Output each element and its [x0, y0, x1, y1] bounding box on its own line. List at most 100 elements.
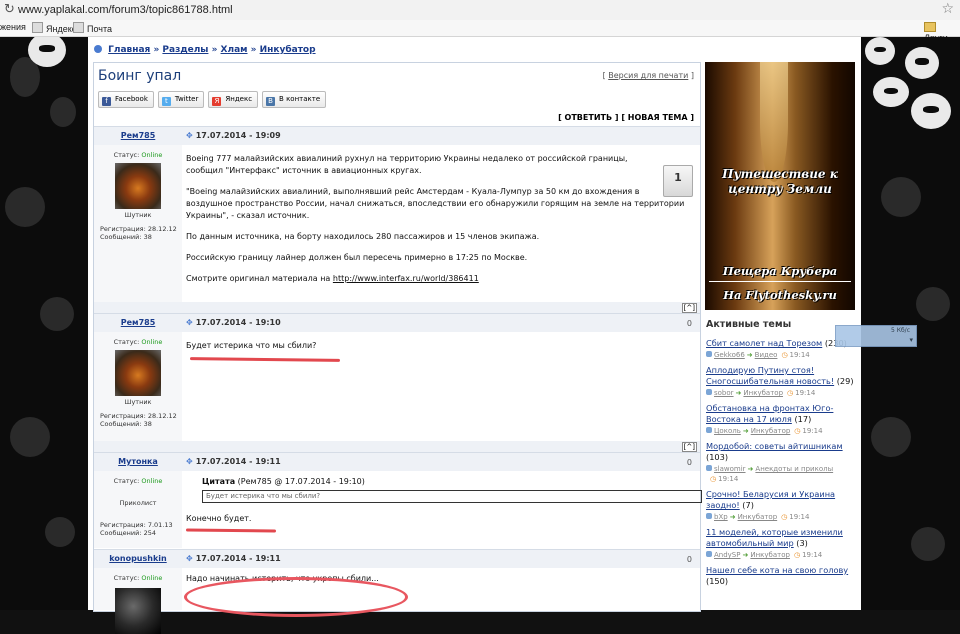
share-vkontakte-button[interactable]: BВ контакте	[262, 91, 327, 108]
author-info: Статус: Online Шутник Регистрация: 28.12…	[94, 145, 182, 302]
active-topic-item: Срочно! Беларусия и Украина заодно! (7) …	[706, 489, 836, 521]
active-topics-title: Активные темы	[706, 319, 792, 330]
skull-icon	[873, 77, 909, 107]
active-topic-link[interactable]: Сбит самолет над Торезом	[706, 338, 822, 348]
bookmark-item[interactable]: жения	[0, 22, 26, 32]
forum-icon	[94, 45, 102, 53]
post-author[interactable]: Рем785	[94, 131, 182, 140]
active-topic-item: 11 моделей, которые изменили автомобильн…	[706, 527, 843, 559]
yandex-icon: Я	[212, 97, 222, 106]
avatar[interactable]	[115, 350, 161, 396]
user-icon	[706, 351, 712, 357]
breadcrumb-home[interactable]: Главная	[108, 45, 150, 55]
post-link-icon[interactable]: ✥	[186, 457, 193, 466]
user-icon	[706, 551, 712, 557]
skull-icon	[911, 93, 951, 129]
post-rating-button[interactable]: 0	[687, 555, 692, 564]
post-link-icon[interactable]: ✥	[186, 318, 193, 327]
user-icon	[706, 465, 712, 471]
background-decoration-left	[0, 37, 88, 610]
post-rating-button[interactable]: 0	[687, 458, 692, 467]
skull-icon	[28, 37, 66, 67]
quote-meta: (Рем785 @ 17.07.2014 - 19:10)	[237, 477, 365, 486]
quote-label: Цитата	[202, 477, 236, 486]
clock-icon: ◷	[793, 551, 801, 559]
user-icon	[706, 389, 712, 395]
clock-icon: ◷	[781, 513, 788, 521]
scroll-top-button[interactable]: [^]	[681, 442, 697, 452]
chevron-down-icon[interactable]: ▾	[909, 336, 913, 344]
clock-icon: ◷	[781, 351, 788, 359]
arrow-right-icon: ➜	[746, 351, 753, 359]
active-topic-link[interactable]: Обстановка на фронтах Юго-Востока на 17 …	[706, 403, 833, 424]
scroll-top-button[interactable]: [^]	[681, 303, 697, 313]
registration-date: Регистрация: 7.01.13	[100, 521, 173, 529]
active-topic-link[interactable]: Аплодирую Путину стоя! Сногосшибательная…	[706, 365, 834, 386]
print-version-link[interactable]: Версия для печати	[608, 71, 688, 80]
url-text[interactable]: www.yaplakal.com/forum3/topic861788.html	[18, 4, 233, 16]
post-body: Boeing 777 малайзийских авиалиний рухнул…	[186, 154, 685, 283]
arrow-right-icon: ➜	[742, 551, 749, 559]
print-version[interactable]: [ Версия для печати ]	[603, 71, 694, 80]
arrow-right-icon: ➜	[747, 465, 754, 473]
breadcrumb-junk[interactable]: Хлам	[221, 45, 248, 55]
speed-widget[interactable]: 5 Кб/с ▾	[835, 325, 917, 347]
post-date: ✥ 17.07.2014 - 19:11	[186, 457, 281, 466]
post-link-icon[interactable]: ✥	[186, 554, 193, 563]
bookmark-star-icon[interactable]: ☆	[941, 1, 954, 17]
share-yandex-button[interactable]: Я Яндекс	[208, 91, 259, 108]
post-list: Рем785 ✥ 17.07.2014 - 19:09 Статус: Onlin…	[94, 126, 702, 634]
share-buttons: f Facebook t Twitter Я Яндекс BВ контакте	[98, 91, 327, 108]
ad-banner[interactable]: Путешествие к центру Земли Пещера Крубера…	[705, 62, 855, 310]
post-date: ✥ 17.07.2014 - 19:09	[186, 131, 281, 140]
share-twitter-button[interactable]: t Twitter	[157, 91, 205, 108]
reload-icon[interactable]: ↻	[4, 2, 15, 17]
online-status: Online	[141, 151, 163, 159]
breadcrumb-sections[interactable]: Разделы	[162, 45, 208, 55]
active-topic-link[interactable]: Срочно! Беларусия и Украина заодно!	[706, 489, 835, 510]
post-author[interactable]: Рем785	[94, 318, 182, 327]
arrow-right-icon: ➜	[742, 427, 749, 435]
quote-text: Будет истерика что мы сбили?	[202, 490, 702, 503]
page-icon	[32, 22, 43, 33]
bookmark-yandex[interactable]: Яндекс	[32, 22, 76, 34]
active-topic-link[interactable]: 11 моделей, которые изменили автомобильн…	[706, 527, 843, 548]
avatar[interactable]	[115, 163, 161, 209]
post-author[interactable]: konopushkin	[94, 554, 182, 563]
active-topic-item: Нашел себе кота на свою голову (150)	[706, 565, 849, 586]
page-icon	[73, 22, 84, 33]
post-author[interactable]: Мутонка	[94, 457, 182, 466]
bookmark-mail[interactable]: Почта	[73, 22, 112, 34]
arrow-right-icon: ➜	[735, 389, 742, 397]
post-rating-button[interactable]: 0	[687, 319, 692, 328]
breadcrumb-incubator[interactable]: Инкубатор	[260, 45, 316, 55]
author-info: Статус: Online Приколист Регистрация: 7.…	[94, 471, 182, 548]
new-topic-button[interactable]: [ НОВАЯ ТЕМА ]	[621, 113, 694, 122]
user-icon	[706, 427, 712, 433]
topic-panel: Боинг упал [ Версия для печати ] f Facebo…	[93, 62, 702, 634]
post: Мутонка ✥ 17.07.2014 - 19:11 0 Статус: On…	[94, 452, 702, 549]
background-decoration-right	[861, 37, 960, 610]
user-rank: Приколист	[119, 499, 157, 507]
clock-icon: ◷	[794, 427, 801, 435]
share-facebook-button[interactable]: f Facebook	[98, 91, 154, 108]
browser-address-bar[interactable]: ↻ www.yaplakal.com/forum3/topic861788.ht…	[0, 0, 960, 21]
post-rating-button[interactable]: 1	[663, 165, 693, 197]
red-circle-highlight	[184, 577, 408, 617]
message-count: Сообщений: 38	[100, 233, 152, 241]
active-topic-link[interactable]: Мордобой: советы айтишникам	[706, 441, 843, 451]
avatar[interactable]	[115, 588, 161, 634]
message-count: Сообщений: 38	[100, 420, 152, 428]
clock-icon: ◷	[710, 475, 717, 483]
post-link-icon[interactable]: ✥	[186, 131, 193, 140]
active-topic-link[interactable]: Нашел себе кота на свою голову	[706, 565, 848, 575]
topic-title: Боинг упал	[98, 68, 182, 84]
reply-button[interactable]: [ ОТВЕТИТЬ ]	[558, 113, 618, 122]
source-link[interactable]: http://www.interfax.ru/world/386411	[333, 274, 479, 283]
post-text: Будет истерика что мы сбили?	[186, 341, 317, 350]
folder-icon	[924, 22, 936, 32]
post-date: ✥ 17.07.2014 - 19:11	[186, 554, 281, 563]
bookmarks-bar: жения Яндекс Почта Други	[0, 20, 960, 43]
active-topic-item: Мордобой: советы айтишникам (103) slawom…	[706, 441, 843, 483]
user-rank: Шутник	[124, 211, 152, 219]
